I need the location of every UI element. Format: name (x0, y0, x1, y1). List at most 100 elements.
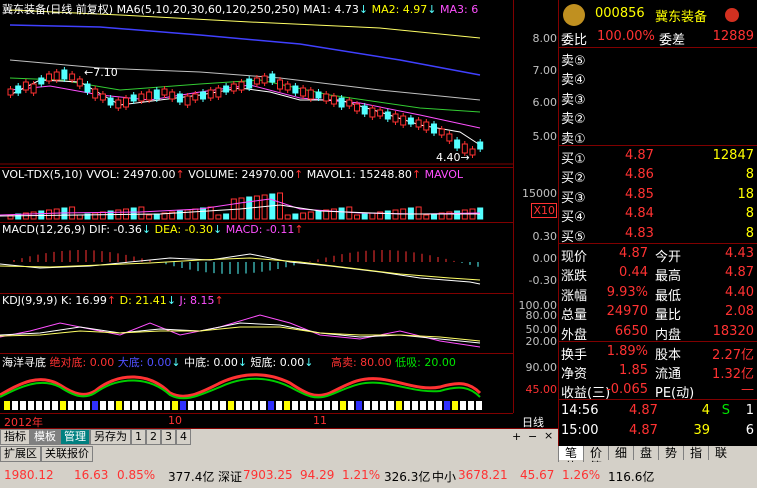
tab-template[interactable]: 模板 (30, 429, 60, 445)
stat-row: 涨幅 9.93% 最低 4.40 (559, 283, 757, 304)
tab-indicator[interactable]: 指标 (0, 429, 30, 445)
tab-expand[interactable]: 扩展区 (0, 446, 41, 462)
sell-row[interactable]: 卖④ (559, 67, 757, 88)
vol-header: VOL-TDX(5,10) VVOL: 24970.00↑ VOLUME: 24… (2, 168, 463, 181)
candle-body (292, 85, 299, 94)
hyxd-bar (4, 401, 10, 410)
quote-tab[interactable]: 联 (708, 446, 733, 460)
quote-tab[interactable]: 势 (658, 446, 683, 460)
tab-related-quote[interactable]: 关联报价 (41, 446, 93, 462)
tab-3[interactable]: 3 (161, 429, 176, 445)
stat-label: 最低 (655, 288, 682, 304)
kdj-panel[interactable]: KDJ(9,9,9) K: 16.99↑ D: 21.41↓ J: 8.15↑ (0, 293, 513, 354)
candle-body (15, 85, 22, 94)
hyxd-bar (172, 401, 178, 410)
buy-row[interactable]: 买④ 4.84 8 (559, 204, 757, 226)
stat-label: 外盘 (561, 327, 588, 343)
stat-value: 18320 (712, 323, 754, 339)
volume-bar (223, 213, 230, 220)
candle-body (69, 73, 76, 81)
scale-tick: 0.30 (532, 230, 558, 243)
zoom-out-icon[interactable]: − (528, 430, 537, 443)
tick-time: 14:56 (561, 403, 599, 418)
volume-bar (92, 212, 99, 220)
hyxd-bar (476, 401, 482, 410)
close-icon[interactable]: × (544, 429, 553, 442)
tab-4[interactable]: 4 (176, 429, 191, 445)
hyxd-bar (92, 401, 98, 410)
sell-row[interactable]: 卖① (559, 126, 757, 147)
scale-tick: 45.00 (525, 383, 558, 396)
sell-row[interactable]: 卖② (559, 106, 757, 127)
quote-tab[interactable]: 盘 (633, 446, 658, 460)
candlestick-chart (0, 9, 513, 165)
hyxd-bar (180, 401, 186, 410)
stock-header: 000856 冀东装备 (559, 4, 757, 26)
hyxd-bar (220, 401, 226, 410)
tab-manage[interactable]: 管理 (60, 429, 90, 445)
sell-row[interactable]: 卖⑤ (559, 48, 757, 69)
buy-price: 4.87 (625, 148, 654, 163)
zoom-in-icon[interactable]: + (512, 430, 521, 443)
buy-label: 买④ (561, 210, 586, 226)
stat-value: 1.85 (619, 363, 648, 378)
volume-bar (138, 206, 145, 220)
hyxd-bar (76, 401, 82, 410)
volume-panel[interactable]: VOL-TDX(5,10) VVOL: 24970.00↑ VOLUME: 24… (0, 167, 513, 223)
candle-body (338, 97, 345, 108)
hyxd-bar (188, 401, 194, 410)
sz-index: 7903.25 (243, 468, 293, 482)
quote-panel: 000856 冀东装备 委比 100.00% 委差 12889 卖⑤ 卖④ 卖③ 卖②… (558, 0, 757, 446)
hyxd-bar (436, 401, 442, 410)
kdj-scale: 100.00 80.00 50.00 20.00 (513, 293, 559, 353)
stat-label: 今开 (655, 250, 682, 265)
buy-label: 买③ (561, 190, 586, 206)
buy-row[interactable]: 买① 4.87 12847 (559, 146, 757, 167)
j-label: J: 8.15 (179, 294, 215, 307)
hyxd-bar (12, 401, 18, 410)
sell-label: 卖① (561, 131, 586, 147)
hyxd-bar (412, 401, 418, 410)
date-axis: 2012年 10 11 日线 (0, 413, 558, 429)
volume-bar (153, 213, 160, 220)
candle-body (7, 88, 14, 96)
candle-body (107, 97, 114, 106)
candle-body (315, 91, 322, 99)
tab-1[interactable]: 1 (131, 429, 146, 445)
volume-bar (200, 207, 206, 220)
hyxd-bar (396, 401, 402, 410)
hyxd-bar (196, 401, 202, 410)
stat-label: 涨跌 (561, 269, 588, 285)
tab-2[interactable]: 2 (146, 429, 161, 445)
sell-row[interactable]: 卖③ (559, 87, 757, 108)
quote-tab[interactable]: 指 (683, 446, 708, 460)
buy-row[interactable]: 买③ 4.85 18 (559, 185, 757, 206)
macd-panel[interactable]: MACD(12,26,9) DIF: -0.36↓ DEA: -0.30↓ MA… (0, 222, 513, 294)
dea-label: DEA: -0.30 (154, 223, 214, 236)
candle-body (61, 69, 68, 80)
hyxd-scale: 90.00 45.00 (513, 353, 559, 413)
candle-body (330, 95, 337, 105)
buy-price: 4.86 (625, 167, 654, 183)
hyxd-bar (36, 401, 42, 410)
tick-time: 15:00 (561, 423, 599, 438)
buy-label: 买① (561, 152, 586, 167)
hyxd-bar (260, 401, 266, 410)
dadi-down-icon: ↓ (171, 356, 181, 369)
quote-tab[interactable]: 价 (583, 446, 608, 460)
low-marker-value: 4.40 (436, 151, 461, 164)
quote-tab[interactable]: 笔 (558, 446, 583, 460)
candle-body (46, 73, 52, 82)
hyxd-bar (116, 401, 122, 410)
main-chart-panel[interactable]: 冀东装备(日线 前复权) MA6(5,10,20,30,60,120,250,2… (0, 0, 513, 168)
hyxd-bar (228, 401, 234, 410)
tab-save-as[interactable]: 另存为 (90, 429, 131, 445)
buy-row[interactable]: 买⑤ 4.83 8 (559, 224, 757, 245)
stat-row: 总量 24970 量比 2.08 (559, 302, 757, 323)
hyxd-panel[interactable]: 海洋寻底 绝对底: 0.00 大底: 0.00↓ 中底: 0.00↓ 短底: 0… (0, 353, 513, 414)
juedi-label: 绝对底: 0.00 (49, 356, 115, 369)
quote-tab[interactable]: 细 (608, 446, 633, 460)
axis-month-11: 11 (313, 414, 327, 427)
buy-row[interactable]: 买② 4.86 8 (559, 165, 757, 186)
zx-amount: 116.6亿 (608, 470, 655, 484)
